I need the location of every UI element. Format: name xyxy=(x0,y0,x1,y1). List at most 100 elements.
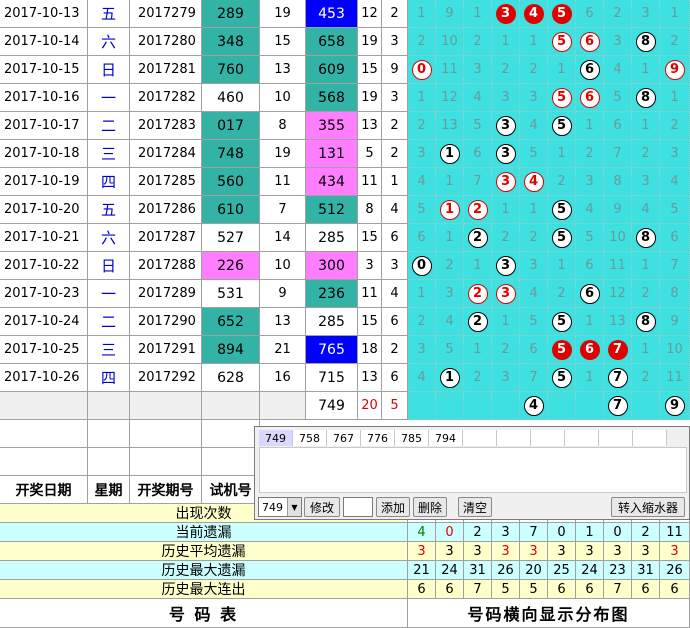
stat-value: 3 xyxy=(492,542,520,561)
empty-tab[interactable] xyxy=(531,430,565,446)
trial-number: 628 xyxy=(202,364,260,392)
dist-cell: 5 xyxy=(548,196,576,224)
number-ball: 5 xyxy=(551,87,572,108)
add-button[interactable]: 添加 xyxy=(376,497,410,517)
draw-span: 6 xyxy=(382,364,408,392)
stat-value: 5 xyxy=(492,580,520,599)
issue-number: 2017282 xyxy=(130,84,202,112)
miss-count: 1 xyxy=(670,6,679,21)
candidate-tab[interactable]: 776 xyxy=(361,430,395,446)
dist-cell: 2 xyxy=(464,224,492,252)
dist-cell: 3 xyxy=(632,0,660,28)
dist-cell: 7 xyxy=(604,364,632,392)
draw-date: 2017-10-26 xyxy=(0,364,88,392)
miss-count: 5 xyxy=(529,314,538,329)
dist-cell: 8 xyxy=(632,308,660,336)
candidate-tab[interactable]: 758 xyxy=(293,430,327,446)
draw-sum: 11 xyxy=(358,168,382,196)
candidate-tab[interactable]: 749 xyxy=(259,430,293,446)
stat-value: 1 xyxy=(576,523,604,542)
forecast-span: 5 xyxy=(382,392,408,420)
number-ball: 6 xyxy=(579,283,600,304)
empty-tab[interactable] xyxy=(463,430,497,446)
draw-number: 285 xyxy=(306,224,358,252)
dist-cell: 8 xyxy=(632,28,660,56)
issue-number: 2017290 xyxy=(130,308,202,336)
dist-cell: 1 xyxy=(436,168,464,196)
to-filter-button[interactable]: 转入缩水器 xyxy=(611,497,685,517)
dist-cell: 1 xyxy=(660,84,690,112)
candidate-tab[interactable]: 767 xyxy=(327,430,361,446)
draw-sum: 18 xyxy=(358,336,382,364)
trial-sum: 19 xyxy=(260,0,306,28)
number-select[interactable]: 749 ▼ xyxy=(258,497,302,517)
miss-count: 1 xyxy=(670,90,679,105)
dist-cell: 11 xyxy=(604,252,632,280)
dist-cell: 3 xyxy=(520,84,548,112)
trial-sum: 13 xyxy=(260,56,306,84)
trial-number: 226 xyxy=(202,252,260,280)
delete-button[interactable]: 删除 xyxy=(413,497,447,517)
dist-cell: 3 xyxy=(436,280,464,308)
clear-button[interactable]: 清空 xyxy=(458,497,492,517)
dist-cell: 6 xyxy=(660,224,690,252)
dist-cell: 4 xyxy=(408,364,436,392)
miss-count: 1 xyxy=(557,146,566,161)
issue-number: 2017291 xyxy=(130,336,202,364)
number-ball: 2 xyxy=(467,311,488,332)
number-ball: 5 xyxy=(551,311,572,332)
number-ball: 5 xyxy=(551,339,572,360)
dropdown-arrow-icon[interactable]: ▼ xyxy=(287,498,301,516)
number-ball: 1 xyxy=(439,367,460,388)
dist-cell: 6 xyxy=(576,28,604,56)
weekday: 五 xyxy=(88,0,130,28)
miss-count: 6 xyxy=(529,342,538,357)
empty-tab[interactable] xyxy=(565,430,599,446)
candidate-tab[interactable]: 785 xyxy=(395,430,429,446)
miss-count: 6 xyxy=(613,118,622,133)
dist-cell: 6 xyxy=(408,224,436,252)
dist-cell: 5 xyxy=(548,224,576,252)
miss-count: 3 xyxy=(417,146,426,161)
miss-count: 1 xyxy=(473,342,482,357)
blank-cell xyxy=(202,392,260,420)
candidate-list-area[interactable] xyxy=(259,447,687,493)
miss-count: 2 xyxy=(473,370,482,385)
number-ball: 9 xyxy=(664,59,685,80)
miss-count: 1 xyxy=(585,370,594,385)
dist-cell: 7 xyxy=(604,392,632,420)
empty-tab[interactable] xyxy=(599,430,633,446)
stat-value: 6 xyxy=(548,580,576,599)
candidate-tab[interactable]: 794 xyxy=(429,430,463,446)
stat-value: 6 xyxy=(660,580,690,599)
modify-button[interactable]: 修改 xyxy=(304,497,340,517)
dist-cell: 1 xyxy=(660,0,690,28)
stat-value: 7 xyxy=(520,523,548,542)
number-ball: 5 xyxy=(551,227,572,248)
number-input[interactable] xyxy=(343,497,373,517)
stat-value: 3 xyxy=(576,542,604,561)
stat-value: 4 xyxy=(408,523,436,542)
miss-count: 9 xyxy=(613,202,622,217)
draw-number: 131 xyxy=(306,140,358,168)
trial-sum: 13 xyxy=(260,308,306,336)
number-ball: 3 xyxy=(495,283,516,304)
dist-cell xyxy=(632,392,660,420)
empty-tab[interactable] xyxy=(633,430,667,446)
trial-sum: 15 xyxy=(260,28,306,56)
draw-number: 609 xyxy=(306,56,358,84)
issue-number: 2017284 xyxy=(130,140,202,168)
blank-cell xyxy=(88,392,130,420)
dist-cell: 6 xyxy=(576,84,604,112)
miss-count: 4 xyxy=(529,286,538,301)
empty-tab[interactable] xyxy=(497,430,531,446)
miss-count: 4 xyxy=(670,174,679,189)
dist-cell: 2 xyxy=(520,224,548,252)
dist-cell: 3 xyxy=(492,112,520,140)
number-ball: 8 xyxy=(635,87,656,108)
draw-span: 3 xyxy=(382,28,408,56)
miss-count: 12 xyxy=(609,286,626,301)
dist-cell: 1 xyxy=(464,336,492,364)
stat-value: 23 xyxy=(604,561,632,580)
stat-value: 31 xyxy=(464,561,492,580)
